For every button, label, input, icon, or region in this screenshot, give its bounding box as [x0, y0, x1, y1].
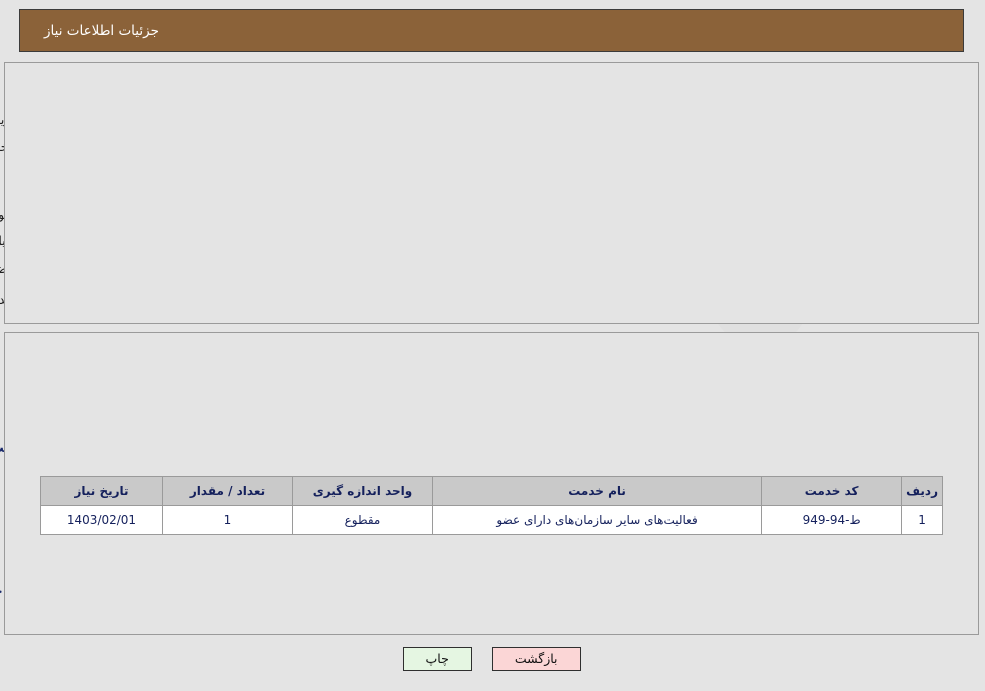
- col-unit: واحد اندازه گیری: [293, 476, 434, 506]
- action-button-row: بازگشت چاپ: [0, 647, 985, 671]
- col-service-code: کد خدمت: [762, 476, 904, 506]
- cell-need-date: 1403/02/01: [41, 505, 164, 535]
- cell-unit: مقطوع: [293, 505, 434, 535]
- col-quantity: تعداد / مقدار: [163, 476, 294, 506]
- table-header-row: ردیف کد خدمت نام خدمت واحد اندازه گیری ت…: [41, 476, 944, 506]
- col-radif: ردیف: [902, 476, 944, 506]
- cell-service-name: فعالیت‌های سایر سازمان‌های دارای عضو: [432, 505, 764, 535]
- page-title: جزئیات اطلاعات نیاز: [45, 22, 160, 39]
- cell-service-code: ط-94-949: [762, 505, 904, 535]
- back-button[interactable]: بازگشت: [492, 647, 582, 671]
- cell-quantity: 1: [163, 505, 294, 535]
- cell-radif: 1: [902, 505, 944, 535]
- col-service-name: نام خدمت: [432, 476, 764, 506]
- print-button[interactable]: چاپ: [403, 647, 473, 671]
- window-title-bar: جزئیات اطلاعات نیاز: [20, 9, 965, 52]
- col-need-date: تاریخ نیاز: [41, 476, 164, 506]
- need-info-panel: [5, 62, 980, 324]
- table-row: 1 ط-94-949 فعالیت‌های سایر سازمان‌های دا…: [41, 505, 944, 535]
- services-table: ردیف کد خدمت نام خدمت واحد اندازه گیری ت…: [41, 476, 944, 535]
